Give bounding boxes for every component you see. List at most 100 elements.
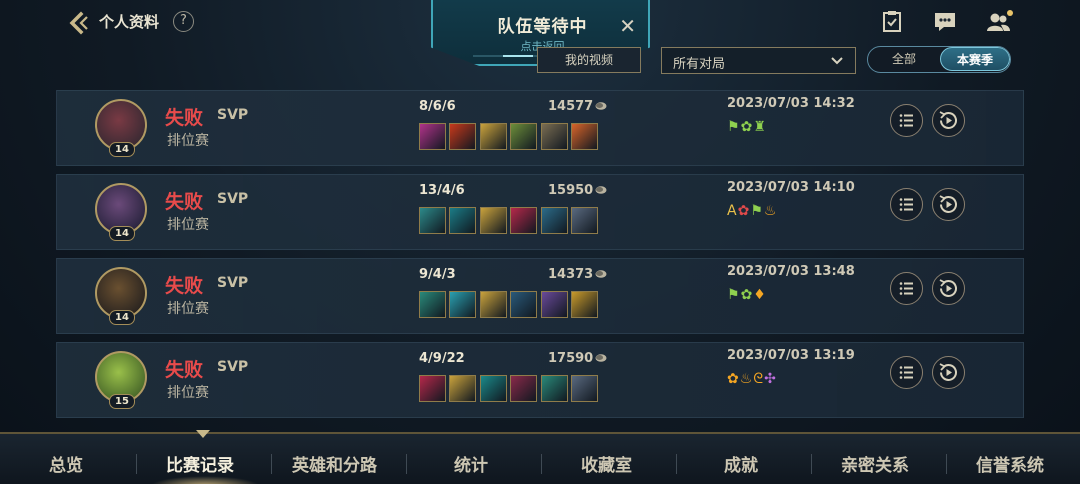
svp-badge: SVP <box>217 107 249 123</box>
item-icon[interactable] <box>449 291 476 318</box>
item-icon[interactable] <box>541 291 568 318</box>
item-icon[interactable] <box>571 375 598 402</box>
match-row[interactable]: 15 失败 SVP 排位赛 4/9/22 17590 2023/07/03 13:19 ✿♨ᘓ… <box>56 342 1024 418</box>
item-icon[interactable] <box>480 123 507 150</box>
item-icon[interactable] <box>449 207 476 234</box>
tab-stats[interactable]: 统计 <box>454 451 488 476</box>
item-icon[interactable] <box>419 207 446 234</box>
match-row[interactable]: 14 失败 SVP 排位赛 13/4/6 15950 2023/07/03 14:10 A✿⚑… <box>56 174 1024 250</box>
achievement-badges: ⚑✿♜ <box>727 119 767 137</box>
item-icon[interactable] <box>510 375 537 402</box>
match-date: 2023/07/03 14:10 <box>727 180 855 195</box>
item-icon[interactable] <box>541 207 568 234</box>
item-icon[interactable] <box>571 207 598 234</box>
season-option-current[interactable]: 本赛季 <box>940 47 1010 71</box>
match-filter-select[interactable]: 所有对局 <box>661 47 856 74</box>
tab-achievements[interactable]: 成就 <box>724 451 758 476</box>
item-icon[interactable] <box>510 291 537 318</box>
match-mode: 排位赛 <box>167 217 209 233</box>
list-icon <box>899 282 913 295</box>
achievement-badges: ✿♨ᘓ✣ <box>727 371 777 389</box>
page-title: 个人资料 <box>99 13 160 31</box>
tab-overview[interactable]: 总览 <box>49 451 83 476</box>
achievement-badge-icon: ♨ <box>763 203 778 219</box>
match-details-button[interactable] <box>890 188 923 221</box>
my-videos-button[interactable]: 我的视频 <box>537 47 641 73</box>
tab-match-history[interactable]: 比赛记录 <box>166 451 234 476</box>
active-tab-marker-icon <box>196 430 210 438</box>
match-replay-button[interactable] <box>932 272 965 305</box>
tab-divider <box>676 454 677 474</box>
item-icon[interactable] <box>510 207 537 234</box>
match-row[interactable]: 14 失败 SVP 排位赛 9/4/3 14373 2023/07/03 13:48 ⚑✿♦ <box>56 258 1024 334</box>
gold-coin-icon <box>595 354 607 362</box>
back-arrow-icon[interactable] <box>66 10 92 36</box>
gold-coin-icon <box>595 270 607 278</box>
mission-icon[interactable] <box>879 10 905 34</box>
achievement-badge-icon: ✣ <box>764 371 777 387</box>
match-details-button[interactable] <box>890 104 923 137</box>
list-icon <box>899 366 913 379</box>
match-mode: 排位赛 <box>167 385 209 401</box>
chevron-down-icon <box>831 57 843 65</box>
match-row[interactable]: 14 失败 SVP 排位赛 8/6/6 14577 2023/07/03 14:32 ⚑✿♜ <box>56 90 1024 166</box>
match-mode: 排位赛 <box>167 133 209 149</box>
achievement-badge-icon: ✿ <box>737 203 751 219</box>
match-replay-button[interactable] <box>932 188 965 221</box>
tab-honor[interactable]: 信誉系统 <box>976 451 1044 476</box>
close-icon[interactable]: ✕ <box>619 16 636 36</box>
achievement-badge-icon: ♜ <box>753 119 767 135</box>
match-replay-button[interactable] <box>932 104 965 137</box>
achievement-badge-icon: ᘓ <box>753 371 765 387</box>
help-icon[interactable]: ? <box>173 11 194 32</box>
achievement-badge-icon: ⚑ <box>750 203 764 219</box>
gold-coin-icon <box>595 102 607 110</box>
tab-collection[interactable]: 收藏室 <box>581 451 632 476</box>
match-details-button[interactable] <box>890 356 923 389</box>
replay-icon <box>939 363 957 381</box>
match-result: 失败 <box>165 275 204 297</box>
item-icon[interactable] <box>480 207 507 234</box>
svp-badge: SVP <box>217 359 249 375</box>
notification-dot <box>1007 10 1013 16</box>
item-icon[interactable] <box>419 291 446 318</box>
match-date: 2023/07/03 13:19 <box>727 348 855 363</box>
item-icon[interactable] <box>419 375 446 402</box>
item-icon[interactable] <box>449 375 476 402</box>
achievement-badge-icon: ⚑ <box>727 287 741 303</box>
achievement-badge-icon: ♨ <box>739 371 754 387</box>
kda: 4/9/22 <box>419 351 465 366</box>
match-result: 失败 <box>165 191 204 213</box>
gold-earned: 15950 <box>548 183 594 198</box>
achievement-badge-icon: ♦ <box>753 287 767 303</box>
achievement-badge-icon: ⚑ <box>727 119 741 135</box>
replay-icon <box>939 195 957 213</box>
item-icon[interactable] <box>571 123 598 150</box>
tab-divider <box>406 454 407 474</box>
tab-champions-lanes[interactable]: 英雄和分路 <box>292 451 377 476</box>
match-date: 2023/07/03 14:32 <box>727 96 855 111</box>
season-toggle[interactable]: 全部 本赛季 <box>867 46 1011 73</box>
achievement-badge-icon: ✿ <box>740 119 754 135</box>
tab-relationships[interactable]: 亲密关系 <box>841 451 909 476</box>
match-date: 2023/07/03 13:48 <box>727 264 855 279</box>
item-icon[interactable] <box>571 291 598 318</box>
item-icon[interactable] <box>541 123 568 150</box>
svp-badge: SVP <box>217 275 249 291</box>
gold-earned: 14373 <box>548 267 594 282</box>
item-icon[interactable] <box>419 123 446 150</box>
bottom-tab-bar: 总览 比赛记录 英雄和分路 统计 收藏室 成就 亲密关系 信誉系统 <box>0 430 1080 484</box>
match-replay-button[interactable] <box>932 356 965 389</box>
item-icon[interactable] <box>510 123 537 150</box>
season-option-all[interactable]: 全部 <box>868 47 940 71</box>
match-details-button[interactable] <box>890 272 923 305</box>
item-icon[interactable] <box>480 375 507 402</box>
item-icon[interactable] <box>541 375 568 402</box>
replay-icon <box>939 111 957 129</box>
kda: 9/4/3 <box>419 267 456 282</box>
item-icon[interactable] <box>449 123 476 150</box>
tab-divider <box>541 454 542 474</box>
chat-icon[interactable] <box>932 10 958 34</box>
item-icon[interactable] <box>480 291 507 318</box>
tab-divider <box>136 454 137 474</box>
